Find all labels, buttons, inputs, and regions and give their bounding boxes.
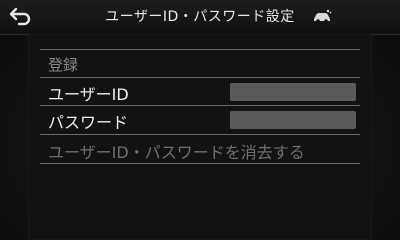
section-label: 登録: [48, 56, 79, 74]
user-id-row[interactable]: ユーザーID: [40, 77, 360, 106]
delete-credentials-label: ユーザーID・パスワードを消去する: [48, 143, 305, 162]
password-row[interactable]: パスワード: [40, 105, 360, 134]
header-bar: ユーザーID・パスワード設定: [0, 0, 400, 35]
settings-screen: ユーザーID・パスワード設定 登録 ユーザーID パスワード ユーザーID・パス…: [0, 0, 400, 240]
section-header-row: 登録: [40, 49, 360, 78]
page-title: ユーザーID・パスワード設定: [105, 9, 295, 25]
car-icon: [314, 9, 332, 23]
back-arrow-icon: [9, 7, 31, 26]
password-label: パスワード: [48, 113, 129, 132]
password-field[interactable]: [230, 111, 356, 129]
delete-credentials-row[interactable]: ユーザーID・パスワードを消去する: [40, 134, 360, 164]
user-id-label: ユーザーID: [48, 85, 129, 104]
user-id-field[interactable]: [230, 83, 356, 101]
settings-panel: 登録 ユーザーID パスワード ユーザーID・パスワードを消去する: [28, 34, 372, 240]
back-button[interactable]: [4, 2, 38, 30]
